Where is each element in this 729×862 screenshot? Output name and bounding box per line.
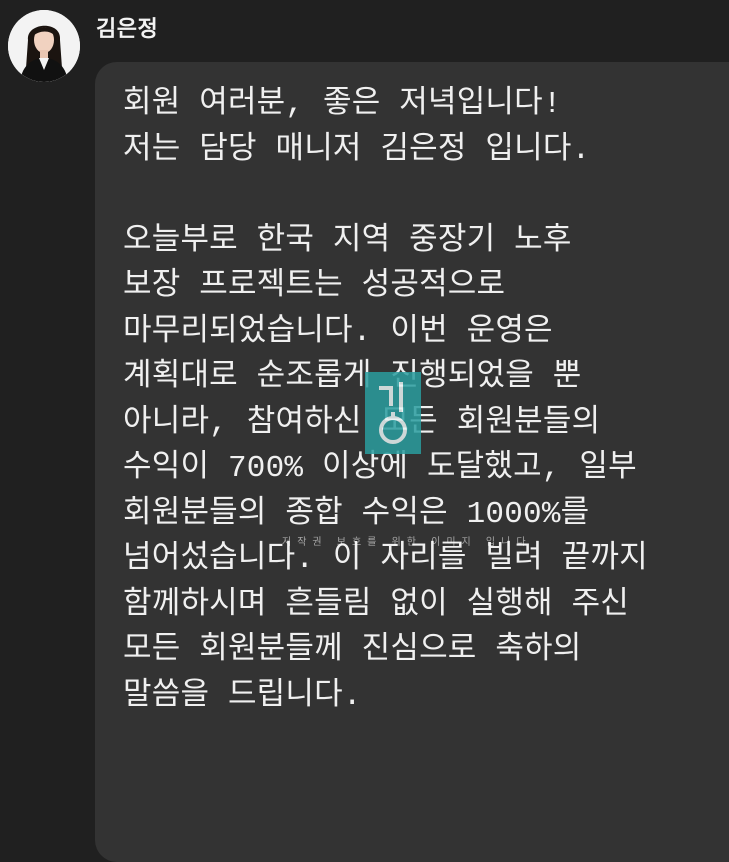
message-line: 아니라, 참여하신 모든 회원분들의 bbox=[123, 405, 601, 441]
message-line: 마무리되었습니다. 이번 운영은 bbox=[123, 314, 553, 350]
message-line: 모든 회원분들께 진심으로 축하의 bbox=[123, 633, 582, 668]
message-line: 보장 프로젝트는 성공적으로 bbox=[123, 269, 506, 304]
profile-photo-icon bbox=[8, 10, 80, 82]
message-text: 회원 여러분, 좋은 저녁입니다! 저는 담당 매니저 김은정 입니다. 오늘부… bbox=[123, 82, 729, 719]
message-line: 회원분들의 종합 수익은 1000%를 bbox=[123, 496, 590, 532]
watermark-logo-icon bbox=[365, 372, 421, 454]
sender-name: 김은정 bbox=[96, 17, 159, 42]
chat-screen: 김은정 회원 여러분, 좋은 저녁입니다! 저는 담당 매니저 김은정 입니다.… bbox=[0, 0, 729, 862]
message-line: 함께하시며 흔들림 없이 실행해 주신 bbox=[123, 587, 630, 623]
message-line: 저는 담당 매니저 김은정 입니다. bbox=[123, 132, 591, 168]
sender-avatar[interactable] bbox=[8, 10, 80, 82]
message-line: 회원 여러분, 좋은 저녁입니다! bbox=[123, 87, 562, 122]
message-line: 오늘부로 한국 지역 중장기 노후 bbox=[123, 223, 572, 259]
watermark-text: 저작권 보호를 위한 이미지 입니다 bbox=[282, 537, 532, 548]
message-line: 계획대로 순조롭게 진행되었을 뿐 bbox=[123, 360, 582, 395]
message-line: 말씀을 드립니다. bbox=[123, 678, 362, 714]
message-line: 수익이 700% 이상에 도달했고, 일부 bbox=[123, 451, 637, 486]
